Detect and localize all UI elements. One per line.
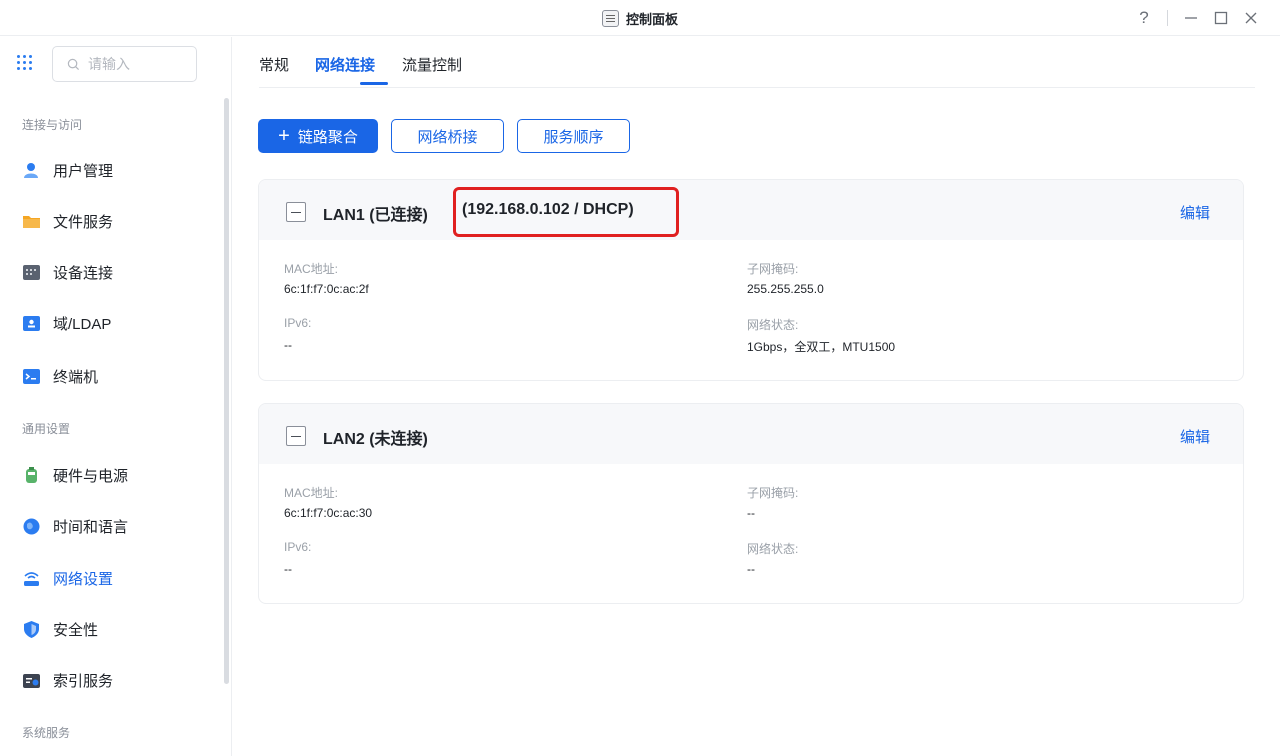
- device-icon: [22, 263, 41, 282]
- control-panel-icon: [601, 9, 619, 27]
- close-icon: [1245, 12, 1257, 24]
- subnet-label: 子网掩码:: [747, 262, 799, 276]
- search-box[interactable]: [52, 46, 197, 82]
- sidebar-item-file-services[interactable]: 文件服务: [22, 206, 212, 236]
- sidebar-item-device-connection[interactable]: 设备连接: [22, 257, 212, 287]
- title-bar: 控制面板 ?: [0, 0, 1280, 36]
- subnet-value: 255.255.255.0: [747, 282, 824, 296]
- status-label: 网络状态:: [747, 542, 799, 556]
- main-content: 常规 网络连接 流量控制 + 链路聚合 网络桥接 服务顺序 LAN1 (已连接)…: [233, 37, 1280, 756]
- subnet-value: --: [747, 506, 755, 520]
- mac-value: 6c:1f:f7:0c:ac:30: [284, 506, 373, 520]
- active-tab-indicator: [360, 82, 388, 85]
- section-label-general: 通用设置: [22, 422, 71, 436]
- help-button[interactable]: ?: [1129, 3, 1159, 33]
- sidebar-scrollbar[interactable]: [224, 98, 229, 684]
- tab-bar: 常规 网络连接 流量控制: [259, 37, 1255, 88]
- ipv6-label: IPv6:: [284, 316, 312, 330]
- section-label-system: 系统服务: [22, 726, 71, 740]
- help-icon: ?: [1139, 8, 1149, 27]
- sidebar-item-label: 设备连接: [53, 264, 114, 282]
- network-icon: [22, 569, 41, 588]
- sidebar-item-index-service[interactable]: 索引服务: [22, 665, 212, 695]
- interface-card-lan2: LAN2 (未连接) 编辑 MAC地址: 6c:1f:f7:0c:ac:30 子…: [258, 403, 1244, 604]
- sidebar-item-network-settings[interactable]: 网络设置: [22, 563, 212, 593]
- link-aggregation-button[interactable]: + 链路聚合: [258, 119, 378, 153]
- minimize-icon: [1185, 17, 1197, 19]
- sidebar-item-label: 硬件与电源: [53, 467, 129, 485]
- sidebar-item-user-management[interactable]: 用户管理: [22, 155, 212, 185]
- sidebar-item-label: 用户管理: [53, 162, 114, 180]
- sidebar-item-label: 索引服务: [53, 672, 114, 690]
- link-aggregation-label: 链路聚合: [297, 128, 358, 146]
- sidebar-item-label: 文件服务: [53, 213, 114, 231]
- sidebar-item-label: 网络设置: [53, 570, 114, 588]
- ipv6-value: --: [284, 562, 292, 576]
- sidebar-item-domain-ldap[interactable]: 域/LDAP: [22, 308, 212, 338]
- shield-icon: [22, 620, 41, 639]
- window-controls: ?: [1129, 0, 1266, 36]
- interface-card-lan1: LAN1 (已连接) (192.168.0.102 / DHCP) 编辑 MAC…: [258, 179, 1244, 381]
- minimize-button[interactable]: [1176, 3, 1206, 33]
- network-bridge-button[interactable]: 网络桥接: [391, 119, 504, 153]
- mac-label: MAC地址:: [284, 262, 339, 276]
- tab-general[interactable]: 常规: [259, 54, 289, 75]
- interface-title: LAN1 (已连接): [323, 207, 428, 224]
- edit-link[interactable]: 编辑: [1180, 202, 1210, 223]
- sidebar-item-terminal[interactable]: 终端机: [22, 361, 212, 391]
- user-icon: [22, 161, 41, 180]
- sidebar: 连接与访问 用户管理 文件服务 设备连接 域/LDAP 终端机 通用设置: [0, 37, 232, 756]
- card-header: LAN2 (未连接) 编辑: [259, 404, 1243, 464]
- service-order-button[interactable]: 服务顺序: [517, 119, 630, 153]
- mac-label: MAC地址:: [284, 486, 339, 500]
- globe-icon: [22, 517, 41, 536]
- hardware-icon: [22, 466, 41, 485]
- tab-traffic-control[interactable]: 流量控制: [402, 54, 462, 75]
- sidebar-item-hardware-power[interactable]: 硬件与电源: [22, 460, 212, 490]
- sidebar-item-security[interactable]: 安全性: [22, 614, 212, 644]
- window-title: 控制面板: [625, 11, 678, 27]
- interface-title: LAN2 (未连接): [323, 431, 428, 448]
- maximize-icon: [1214, 11, 1228, 25]
- apps-grid-button[interactable]: [17, 55, 35, 73]
- highlight-annotation: [453, 187, 679, 237]
- status-label: 网络状态:: [747, 318, 799, 332]
- ipv6-value: --: [284, 338, 292, 352]
- window-controls-divider: [1167, 10, 1168, 26]
- sidebar-item-label: 安全性: [53, 621, 99, 639]
- network-bridge-label: 网络桥接: [417, 128, 478, 146]
- sidebar-item-label: 终端机: [53, 368, 99, 386]
- collapse-button[interactable]: [286, 426, 306, 446]
- subnet-label: 子网掩码:: [747, 486, 799, 500]
- mac-value: 6c:1f:f7:0c:ac:2f: [284, 282, 369, 296]
- edit-link[interactable]: 编辑: [1180, 426, 1210, 447]
- sidebar-item-label: 域/LDAP: [53, 315, 112, 333]
- collapse-button[interactable]: [286, 202, 306, 222]
- service-order-label: 服务顺序: [543, 128, 604, 146]
- card-header: LAN1 (已连接) (192.168.0.102 / DHCP) 编辑: [259, 180, 1243, 240]
- tab-network-connection[interactable]: 网络连接: [315, 54, 375, 75]
- close-button[interactable]: [1236, 3, 1266, 33]
- status-value: 1Gbps，全双工，MTU1500: [747, 340, 896, 354]
- folder-icon: [22, 212, 41, 231]
- search-input[interactable]: [88, 56, 178, 72]
- status-value: --: [747, 562, 755, 576]
- title-wrap: 控制面板: [0, 0, 1280, 36]
- ipv6-label: IPv6:: [284, 540, 312, 554]
- plus-icon: +: [278, 125, 290, 147]
- sidebar-item-time-language[interactable]: 时间和语言: [22, 511, 212, 541]
- search-icon: [67, 58, 80, 70]
- directory-icon: [22, 314, 41, 333]
- terminal-icon: [22, 367, 41, 386]
- index-icon: [22, 671, 41, 690]
- maximize-button[interactable]: [1206, 3, 1236, 33]
- section-label-connection: 连接与访问: [22, 118, 83, 132]
- sidebar-item-label: 时间和语言: [53, 518, 129, 536]
